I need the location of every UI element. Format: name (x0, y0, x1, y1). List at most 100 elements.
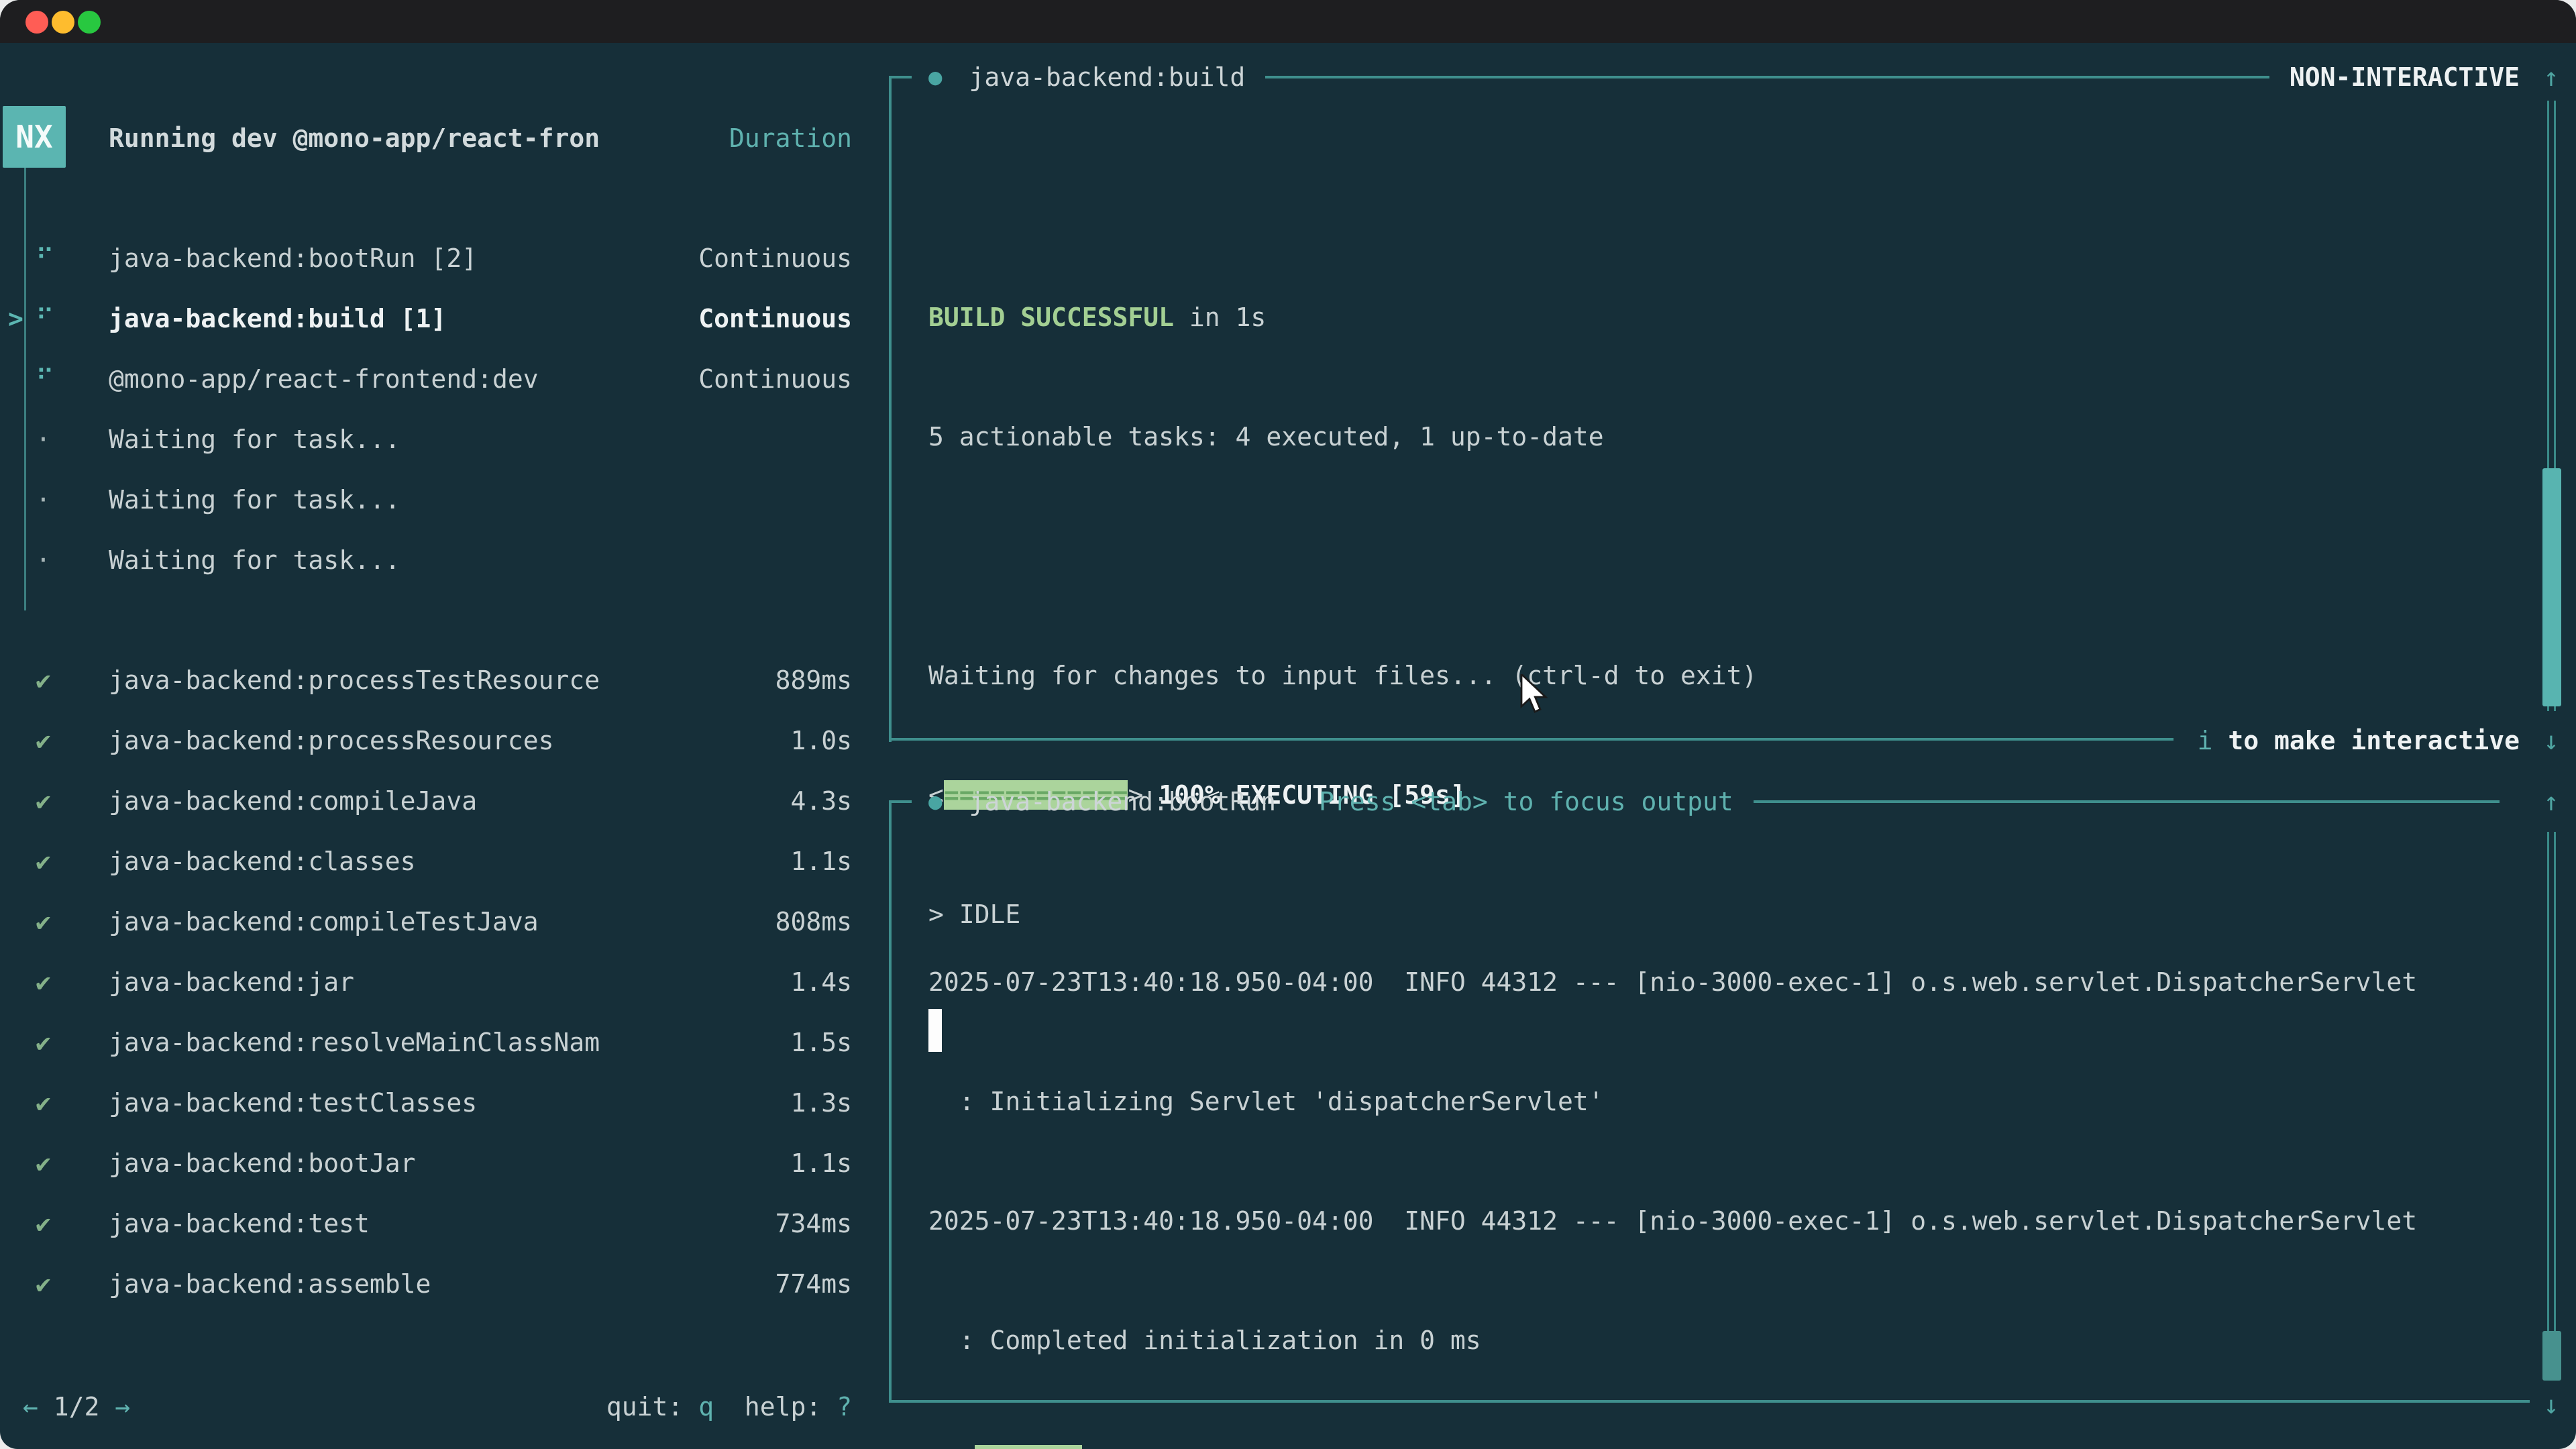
task-name: java-backend:build [1] (109, 288, 446, 349)
build-panel-header: ● java-backend:build NON-INTERACTIVE (928, 47, 2520, 107)
quit-label: quit: (606, 1392, 698, 1421)
scroll-up-icon[interactable]: ↑ (2529, 47, 2573, 107)
log-line: 2025-07-23T13:40:18.950-04:00 INFO 44312… (928, 1191, 2417, 1251)
completed-task-row[interactable]: ✔ java-backend:processTestResource 889ms (0, 650, 865, 710)
task-row[interactable]: ⠋ @mono-app/react-frontend:dev Continuou… (0, 349, 865, 409)
build-successful-text: BUILD SUCCESSFUL (928, 303, 1174, 332)
task-name: @mono-app/react-frontend:dev (109, 349, 539, 409)
check-icon: ✔ (36, 710, 51, 771)
minimize-button[interactable] (52, 11, 74, 34)
zoom-button[interactable] (78, 11, 101, 34)
task-duration: 889ms (775, 650, 852, 710)
bootrun-panel-content: 2025-07-23T13:40:18.950-04:00 INFO 44312… (928, 893, 2417, 1449)
spacer (99, 1392, 115, 1421)
hint-key: i (2198, 726, 2213, 755)
window-titlebar (0, 0, 2576, 43)
quit-key: q (698, 1392, 714, 1421)
check-icon: ✔ (36, 1133, 51, 1193)
header-rule (1265, 76, 2269, 78)
completed-task-row[interactable]: ✔ java-backend:compileJava 4.3s (0, 771, 865, 831)
sidebar-title: Running dev @mono-app/react-fron (109, 108, 600, 168)
completed-task-row[interactable]: ✔ java-backend:compileTestJava 808ms (0, 892, 865, 952)
scroll-down-icon[interactable]: ↓ (2529, 1375, 2573, 1435)
task-duration: 1.3s (790, 1073, 852, 1133)
completed-task-row[interactable]: ✔ java-backend:jar 1.4s (0, 952, 865, 1012)
scrollbar-track[interactable] (2547, 832, 2556, 1379)
task-row-waiting[interactable]: · Waiting for task... (0, 470, 865, 530)
task-row[interactable]: ⠋ java-backend:bootRun [2] Continuous (0, 228, 865, 288)
task-sidebar: NX Running dev @mono-app/react-fron Dura… (0, 43, 865, 1449)
task-name: java-backend:processTestResource (109, 650, 600, 710)
task-row-waiting[interactable]: · Waiting for task... (0, 409, 865, 470)
sidebar-header: Running dev @mono-app/react-fron Duratio… (0, 108, 865, 168)
log-line: 2025-07-23T13:40:18.950-04:00 INFO 44312… (928, 952, 2417, 1012)
check-icon: ✔ (36, 1193, 51, 1254)
task-duration: 1.1s (790, 831, 852, 892)
completed-task-row[interactable]: ✔ java-backend:assemble 774ms (0, 1254, 865, 1314)
progress-label: 80% EXECUTING [59s] (1143, 1445, 1450, 1449)
focus-output-hint: Press <tab> to focus output (1319, 787, 1733, 816)
task-name: java-backend:resolveMainClassNam (109, 1012, 600, 1073)
log-line: : Completed initialization in 0 ms (928, 1310, 2417, 1371)
running-task-list: ⠋ java-backend:bootRun [2] Continuous > … (0, 228, 865, 590)
task-name: java-backend:testClasses (109, 1073, 477, 1133)
completed-task-row[interactable]: ✔ java-backend:bootJar 1.1s (0, 1133, 865, 1193)
task-row-waiting[interactable]: · Waiting for task... (0, 530, 865, 590)
scroll-down-icon[interactable]: ↓ (2529, 710, 2573, 771)
completed-task-row[interactable]: ✔ java-backend:processResources 1.0s (0, 710, 865, 771)
hint-text: to make interactive (2212, 726, 2520, 755)
sidebar-footer: ← 1/2 → quit: q help: ? (0, 1377, 865, 1437)
progress-open: <<< (928, 1445, 975, 1449)
task-name: java-backend:jar (109, 952, 354, 1012)
task-duration: 808ms (775, 892, 852, 952)
pending-dot-icon: · (36, 409, 51, 470)
build-panel-title: java-backend:build (969, 62, 1245, 92)
keyboard-hints: quit: q help: ? (606, 1377, 852, 1437)
pending-dot-icon: · (36, 530, 51, 590)
task-name: java-backend:bootJar (109, 1133, 416, 1193)
mouse-pointer-icon (1520, 674, 1551, 722)
non-interactive-badge: NON-INTERACTIVE (2290, 62, 2520, 92)
build-success-line: BUILD SUCCESSFUL in 1s (928, 287, 1757, 347)
check-icon: ✔ (36, 1073, 51, 1133)
panel-bottom-border (889, 1400, 2530, 1403)
screen: NX Running dev @mono-app/react-fron Dura… (0, 0, 2576, 1449)
check-icon: ✔ (36, 771, 51, 831)
header-rule (1754, 800, 2500, 803)
scrollbar-thumb[interactable] (2542, 1331, 2561, 1381)
page-number: 1/2 (54, 1392, 100, 1421)
progress-bar-fill: ======= (975, 1445, 1082, 1449)
task-name: java-backend:assemble (109, 1254, 431, 1314)
task-duration: 734ms (775, 1193, 852, 1254)
task-name: java-backend:classes (109, 831, 416, 892)
scroll-up-icon[interactable]: ↑ (2529, 771, 2573, 832)
panel-bottom-border (889, 738, 2174, 741)
check-icon: ✔ (36, 892, 51, 952)
completed-task-row[interactable]: ✔ java-backend:testClasses 1.3s (0, 1073, 865, 1133)
task-bullet-icon: ● (928, 788, 942, 815)
log-line: : Initializing Servlet 'dispatcherServle… (928, 1071, 2417, 1132)
task-name: Waiting for task... (109, 470, 400, 530)
task-name: java-backend:compileJava (109, 771, 477, 831)
task-row-selected[interactable]: > ⠋ java-backend:build [1] Continuous (0, 288, 865, 349)
terminal-window: NX Running dev @mono-app/react-fron Dura… (0, 0, 2576, 1449)
page-indicator (38, 1392, 54, 1421)
completed-task-row[interactable]: ✔ java-backend:resolveMainClassNam 1.5s (0, 1012, 865, 1073)
check-icon: ✔ (36, 1012, 51, 1073)
build-time-text: in 1s (1174, 303, 1266, 332)
waiting-changes-line: Waiting for changes to input files... (c… (928, 645, 1757, 706)
actionable-tasks-line: 5 actionable tasks: 4 executed, 1 up-to-… (928, 407, 1757, 467)
bootrun-panel-header: ● java-backend:bootRun Press <tab> to fo… (928, 771, 2520, 832)
panel-left-border (889, 76, 892, 742)
next-page-arrow-icon[interactable]: → (115, 1392, 130, 1421)
close-button[interactable] (25, 11, 48, 34)
check-icon: ✔ (36, 1254, 51, 1314)
completed-task-row[interactable]: ✔ java-backend:classes 1.1s (0, 831, 865, 892)
scrollbar-thumb[interactable] (2542, 468, 2561, 706)
interactive-hint: i to make interactive (2198, 710, 2520, 771)
help-label: help: (714, 1392, 837, 1421)
check-icon: ✔ (36, 952, 51, 1012)
completed-task-row[interactable]: ✔ java-backend:test 734ms (0, 1193, 865, 1254)
task-duration: Continuous (698, 288, 852, 349)
prev-page-arrow-icon[interactable]: ← (23, 1392, 38, 1421)
